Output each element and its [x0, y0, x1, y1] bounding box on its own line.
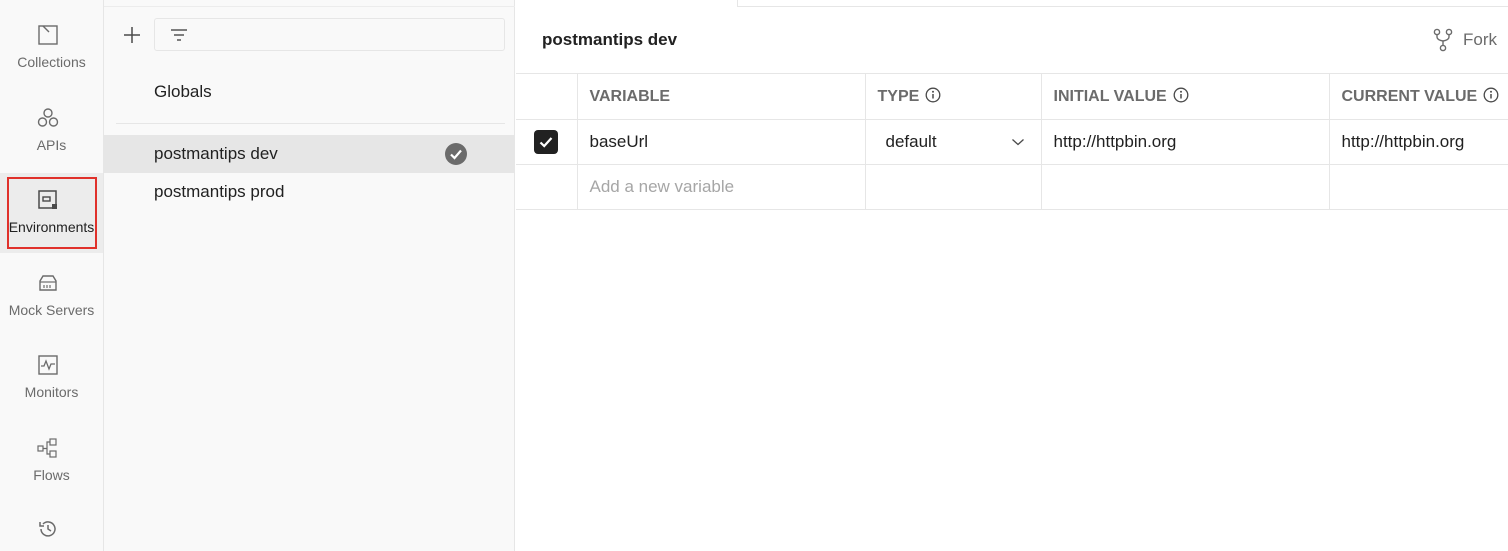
filter-icon — [171, 29, 187, 41]
environment-name: postmantips prod — [154, 182, 285, 201]
environment-name: postmantips dev — [154, 144, 278, 163]
rail-item-history[interactable] — [0, 515, 103, 551]
rail-label-flows: Flows — [33, 467, 70, 483]
fork-icon — [1433, 28, 1453, 52]
info-icon[interactable] — [1173, 87, 1189, 103]
flows-icon — [37, 438, 57, 458]
active-environment-check-icon[interactable] — [444, 142, 468, 166]
checkbox-header — [516, 73, 578, 120]
checkmark-icon — [539, 137, 553, 148]
empty-type-cell[interactable] — [865, 164, 1042, 210]
history-icon — [39, 521, 56, 537]
new-variable-row: Add a new variable — [516, 164, 1508, 210]
type-select[interactable]: default — [865, 119, 1042, 165]
initial-value-cell[interactable]: http://httpbin.org — [1041, 119, 1330, 165]
variable-header: VARIABLE — [577, 73, 866, 120]
environment-item-dev[interactable]: postmantips dev — [104, 135, 515, 173]
rail-label-monitors: Monitors — [24, 384, 79, 400]
empty-cell — [516, 164, 578, 210]
left-nav-rail: Collections APIs Environments Mock Serve… — [0, 0, 104, 551]
environments-highlight-box — [7, 177, 97, 249]
initial-value-header: INITIAL VALUE — [1041, 73, 1330, 120]
environment-editor: postmantips dev Fork VARIABLE TYPE INITI… — [516, 0, 1508, 551]
monitors-icon — [38, 355, 58, 375]
rail-label-mock-servers: Mock Servers — [8, 302, 95, 318]
rail-item-monitors[interactable]: Monitors — [0, 350, 103, 430]
add-environment-button[interactable] — [121, 24, 143, 46]
filter-environments-input[interactable] — [154, 18, 505, 51]
empty-initial-cell[interactable] — [1041, 164, 1330, 210]
globals-item[interactable]: Globals — [154, 82, 212, 102]
fork-label: Fork — [1463, 30, 1497, 49]
active-tab-stub[interactable] — [516, 0, 738, 7]
collections-icon — [38, 25, 58, 45]
rail-item-collections[interactable]: Collections — [0, 20, 103, 100]
add-variable-input[interactable]: Add a new variable — [577, 164, 866, 210]
empty-current-cell[interactable] — [1329, 164, 1508, 210]
enable-cell — [516, 119, 578, 165]
table-row: baseUrl default http://httpbin.org http:… — [516, 119, 1508, 165]
variable-name-cell[interactable]: baseUrl — [577, 119, 866, 165]
info-icon[interactable] — [925, 87, 941, 103]
rail-item-apis[interactable]: APIs — [0, 103, 103, 183]
info-icon[interactable] — [1483, 87, 1499, 103]
environment-title[interactable]: postmantips dev — [542, 30, 677, 50]
apis-icon — [37, 108, 59, 127]
tab-bar-line — [738, 6, 1508, 7]
variables-table: VARIABLE TYPE INITIAL VALUE CURRENT VALU… — [516, 73, 1508, 210]
current-value-cell[interactable]: http://httpbin.org — [1329, 119, 1508, 165]
rail-label-apis: APIs — [36, 137, 67, 153]
rail-item-mock-servers[interactable]: Mock Servers — [0, 268, 103, 348]
sidebar-divider — [116, 123, 505, 124]
table-header-row: VARIABLE TYPE INITIAL VALUE CURRENT VALU… — [516, 73, 1508, 120]
current-value-header: CURRENT VALUE — [1329, 73, 1508, 120]
mock-servers-icon — [39, 275, 57, 291]
type-header: TYPE — [865, 73, 1042, 120]
environment-item-prod[interactable]: postmantips prod — [104, 173, 515, 211]
chevron-down-icon — [1011, 139, 1024, 146]
rail-item-flows[interactable]: Flows — [0, 433, 103, 513]
environments-sidebar: Globals postmantips dev postmantips prod — [104, 0, 515, 551]
sidebar-top-divider — [104, 0, 515, 7]
enable-variable-checkbox[interactable] — [534, 130, 558, 154]
rail-label-collections: Collections — [17, 54, 86, 70]
